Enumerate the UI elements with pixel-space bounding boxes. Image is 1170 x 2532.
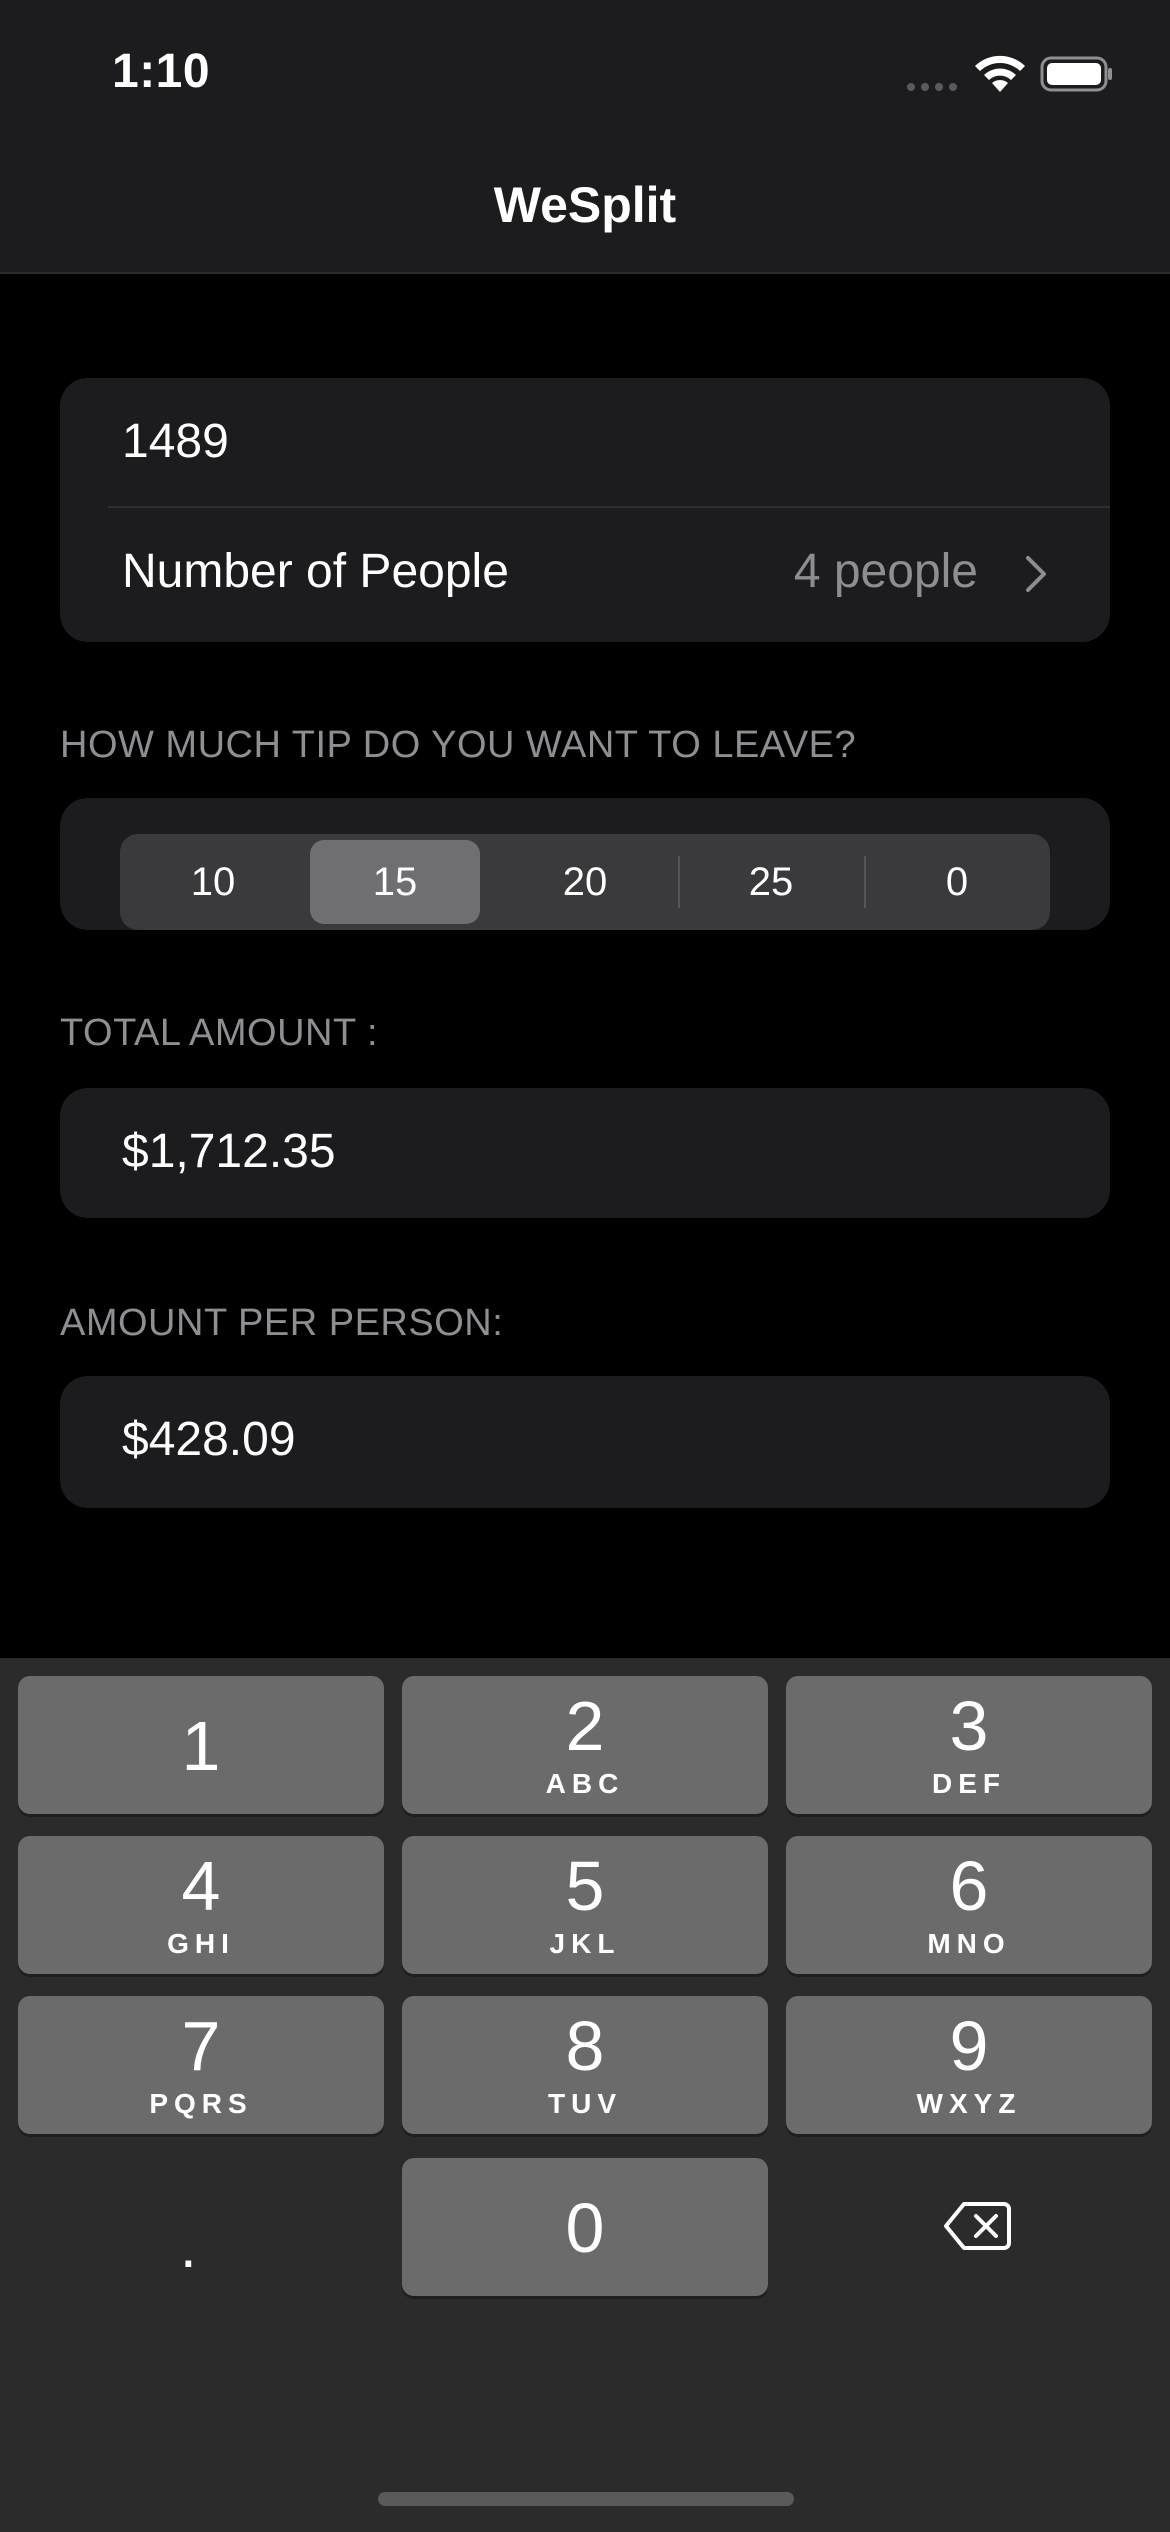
key-digit: 7: [181, 2007, 221, 2085]
tip-option-0[interactable]: 0: [864, 834, 1050, 930]
tip-section-header: HOW MUCH TIP DO YOU WANT TO LEAVE?: [60, 724, 857, 766]
total-amount-value: $1,712.35: [122, 1125, 336, 1178]
key-letters: MNO: [927, 1928, 1011, 1959]
key-letters: WXYZ: [916, 2088, 1022, 2119]
amount-field[interactable]: 1489: [122, 414, 229, 469]
key-letters: JKL: [549, 1928, 621, 1959]
tip-option-15[interactable]: 15: [310, 840, 480, 924]
key-9[interactable]: 9 WXYZ: [786, 1996, 1152, 2134]
wifi-icon: [975, 55, 1025, 92]
people-value: 4 people: [793, 545, 978, 598]
decimal-key[interactable]: .: [180, 2212, 197, 2281]
key-2[interactable]: 2 ABC: [402, 1676, 768, 1814]
key-letters: PQRS: [149, 2088, 253, 2119]
status-time: 1:10: [112, 45, 211, 98]
key-7[interactable]: 7 PQRS: [18, 1996, 384, 2134]
total-section: $1,712.35: [60, 1088, 1110, 1218]
cellular-signal-icon: [907, 83, 957, 91]
per-person-section-header: AMOUNT PER PERSON:: [60, 1302, 504, 1344]
key-digit: 3: [949, 1687, 989, 1765]
tip-option-25[interactable]: 25: [678, 834, 864, 930]
key-0[interactable]: 0: [402, 2158, 768, 2296]
key-letters: GHI: [167, 1928, 235, 1959]
key-digit: 9: [949, 2007, 989, 2085]
key-5[interactable]: 5 JKL: [402, 1836, 768, 1974]
battery-icon: [1040, 56, 1112, 92]
key-digit: 5: [565, 1847, 605, 1925]
page-title: WeSplit: [493, 177, 677, 233]
tip-segmented-control: 10 15 20 25 0: [120, 834, 1050, 930]
key-letters: TUV: [548, 2088, 622, 2119]
delete-left-icon[interactable]: [942, 2200, 1012, 2252]
tip-option-10[interactable]: 10: [120, 834, 306, 930]
input-section: 1489 Number of People 4 people: [60, 378, 1110, 642]
key-digit: 0: [565, 2189, 605, 2267]
navigation-bar: WeSplit: [0, 140, 1170, 274]
number-of-people-picker[interactable]: Number of People 4 people: [60, 508, 1110, 642]
key-3[interactable]: 3 DEF: [786, 1676, 1152, 1814]
total-section-header: TOTAL AMOUNT :: [60, 1012, 379, 1054]
key-letters: ABC: [545, 1768, 625, 1799]
key-6[interactable]: 6 MNO: [786, 1836, 1152, 1974]
key-8[interactable]: 8 TUV: [402, 1996, 768, 2134]
chevron-right-icon: [1026, 556, 1046, 592]
people-label: Number of People: [122, 545, 509, 598]
key-digit: 1: [181, 1707, 221, 1785]
key-digit: 6: [949, 1847, 989, 1925]
per-person-section: $428.09: [60, 1376, 1110, 1508]
key-1[interactable]: 1: [18, 1676, 384, 1814]
key-digit: 4: [181, 1847, 221, 1925]
key-4[interactable]: 4 GHI: [18, 1836, 384, 1974]
key-digit: 2: [565, 1687, 605, 1765]
status-bar: 1:10: [0, 0, 1170, 140]
key-letters: DEF: [932, 1768, 1006, 1799]
home-indicator[interactable]: [378, 2492, 794, 2506]
tip-option-20[interactable]: 20: [492, 834, 678, 930]
tip-section: 10 15 20 25 0: [60, 798, 1110, 930]
key-digit: 8: [565, 2007, 605, 2085]
per-person-value: $428.09: [122, 1413, 296, 1466]
